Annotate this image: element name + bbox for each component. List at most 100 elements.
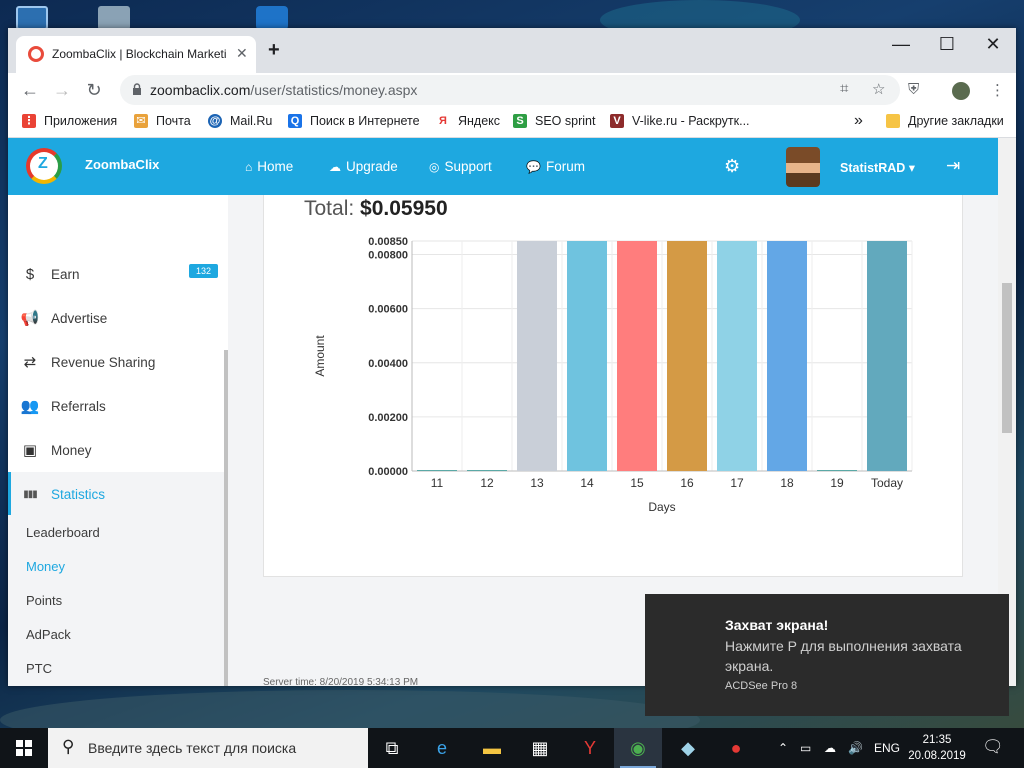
store-icon[interactable]: ▦	[516, 728, 564, 768]
nav-forum[interactable]: 💬 Forum	[526, 159, 585, 174]
bookmark-vlike[interactable]: V V-like.ru - Раскрутк...	[610, 114, 750, 128]
screen-capture-app-icon[interactable]: ●	[712, 728, 760, 768]
new-tab-button[interactable]: +	[268, 39, 280, 62]
nav-support[interactable]: ◎ Support	[429, 159, 492, 174]
browser-toolbar: ← → ↻ zoombaclix.com/user/statistics/mon…	[8, 73, 1016, 109]
minimize-button[interactable]: —	[878, 34, 924, 55]
acdsee-icon[interactable]: ◆	[664, 728, 712, 768]
settings-sliders-icon[interactable]: ⚙	[724, 156, 740, 177]
statistics-submenu: Leaderboard Money Points AdPack PTC	[8, 515, 228, 686]
network-icon[interactable]: ▭	[800, 741, 811, 755]
chat-icon: 💬	[526, 160, 541, 174]
nav-upgrade[interactable]: ☁ Upgrade	[329, 159, 398, 174]
maximize-button[interactable]: ☐	[924, 34, 970, 55]
onedrive-cloud-icon[interactable]: ☁	[824, 741, 836, 755]
x-tick-label: 17	[730, 476, 744, 490]
x-tick-label: 11	[431, 476, 444, 490]
bookmark-mailru[interactable]: @ Mail.Ru	[208, 114, 272, 128]
sidebar-item-label: Revenue Sharing	[51, 354, 156, 370]
x-tick-label: 19	[830, 476, 844, 490]
address-bar[interactable]: zoombaclix.com/user/statistics/money.asp…	[120, 75, 900, 105]
volume-icon[interactable]: 🔊	[848, 741, 863, 755]
screen-capture-notification[interactable]: Захват экрана! Нажмите P для выполнения …	[645, 594, 1009, 716]
sidebar-item-revenue-sharing[interactable]: ⇄ Revenue Sharing	[8, 340, 228, 384]
users-icon: 👥	[20, 398, 40, 415]
bookmarks-overflow-icon[interactable]: »	[854, 112, 863, 130]
clock[interactable]: 21:35 20.08.2019	[906, 732, 968, 764]
banknote-icon: ▣	[22, 442, 38, 459]
x-tick-label: 16	[680, 476, 694, 490]
submenu-ptc[interactable]: PTC	[26, 661, 52, 676]
bookmark-other[interactable]: Другие закладки	[886, 114, 1004, 128]
sidebar-scrollbar[interactable]	[224, 350, 228, 686]
brand-name[interactable]: ZoombaClix	[85, 157, 159, 172]
file-explorer-icon[interactable]: ▬	[468, 728, 516, 768]
yandex-browser-icon[interactable]: Y	[566, 728, 614, 768]
chart-bar	[667, 241, 707, 471]
bookmark-seosprint[interactable]: S SEO sprint	[513, 114, 595, 128]
tray-overflow-icon[interactable]: ⌃	[778, 741, 788, 755]
bookmark-label: Почта	[156, 114, 191, 128]
profile-avatar-icon[interactable]	[952, 82, 970, 100]
bookmark-apps[interactable]: ⋮ Приложения	[22, 114, 117, 128]
taskbar-search[interactable]: ⚲ Введите здесь текст для поиска	[48, 728, 368, 768]
edge-browser-icon[interactable]: e	[418, 728, 466, 768]
bookmarks-bar: ⋮ Приложения ✉ Почта @ Mail.Ru Q Поиск в Инт…	[8, 109, 1016, 138]
language-indicator[interactable]: ENG	[874, 741, 900, 755]
total-label: Total:	[304, 197, 355, 220]
extension-shield-icon[interactable]: ⛨	[908, 81, 919, 98]
chart-bar	[517, 241, 557, 471]
user-menu[interactable]: StatistRAD ▾	[840, 160, 915, 175]
translate-icon[interactable]: ⌗	[840, 80, 848, 97]
bar-chart-icon: ▮▮▮	[23, 488, 38, 500]
bookmark-label: Приложения	[44, 114, 118, 128]
lock-icon	[133, 83, 141, 95]
sidebar-item-referrals[interactable]: 👥 Referrals	[8, 384, 228, 428]
close-window-button[interactable]: ✕	[970, 34, 1016, 55]
x-axis-title: Days	[648, 500, 675, 514]
dollar-icon: $	[25, 265, 35, 283]
bookmark-search[interactable]: Q Поиск в Интернете	[288, 114, 420, 128]
bookmark-star-icon[interactable]: ☆	[872, 80, 885, 98]
desktop-recycle-bin-icon[interactable]	[98, 6, 130, 30]
bookmark-yandex[interactable]: Я Яндекс	[436, 114, 500, 128]
forward-arrow-icon[interactable]: →	[50, 80, 74, 101]
page-scrollbar-thumb[interactable]	[1002, 283, 1012, 433]
zoombaclix-logo-icon[interactable]: Z	[26, 148, 62, 184]
y-tick-label: 0.00000	[368, 466, 408, 478]
sidebar-item-money[interactable]: ▣ Money	[8, 428, 228, 472]
tab-close-icon[interactable]: ✕	[236, 45, 248, 62]
mail-icon: ✉	[134, 114, 148, 128]
bookmark-mail[interactable]: ✉ Почта	[134, 114, 191, 128]
tab-strip: ZoombaClix | Blockchain Marketi ✕ + — ☐ …	[8, 28, 1016, 73]
submenu-money[interactable]: Money	[26, 559, 65, 574]
tab-zoombaclix[interactable]: ZoombaClix | Blockchain Marketi ✕	[16, 36, 256, 73]
menu-dots-icon[interactable]: ⋮	[990, 81, 1005, 99]
sidebar-item-statistics[interactable]: ▮▮▮ Statistics	[8, 472, 228, 516]
tab-title: ZoombaClix | Blockchain Marketi	[52, 47, 227, 61]
avatar[interactable]	[786, 147, 820, 187]
notification-body: Нажмите P для выполнения захвата экрана.	[725, 638, 962, 674]
desktop-computer-icon[interactable]	[16, 6, 48, 30]
submenu-adpack[interactable]: AdPack	[26, 627, 71, 642]
submenu-points[interactable]: Points	[26, 593, 62, 608]
start-button[interactable]	[0, 728, 48, 768]
chrome-icon[interactable]: ◉	[614, 728, 662, 768]
back-arrow-icon[interactable]: ←	[18, 80, 42, 101]
desktop-edge-icon[interactable]	[256, 6, 288, 30]
nav-home[interactable]: ⌂ Home	[245, 159, 293, 174]
y-tick-label: 0.00850	[368, 236, 408, 248]
logout-icon[interactable]: ⇥	[946, 156, 960, 176]
y-tick-label: 0.00600	[368, 304, 408, 316]
sidebar-item-earn[interactable]: $ Earn 132	[8, 252, 228, 296]
sidebar-item-advertise[interactable]: 📢 Advertise	[8, 296, 228, 340]
reload-icon[interactable]: ↻	[82, 80, 106, 101]
total-earnings: Total: $0.05950	[304, 197, 448, 221]
notification-app: ACDSee Pro 8	[725, 680, 798, 692]
submenu-leaderboard[interactable]: Leaderboard	[26, 525, 100, 540]
lifebuoy-icon: ◎	[429, 160, 440, 174]
task-view-icon[interactable]: ⧉	[368, 728, 416, 768]
bookmark-label: Mail.Ru	[230, 114, 273, 128]
earn-count-badge: 132	[188, 264, 218, 278]
action-center-icon[interactable]: 🗨	[982, 737, 1004, 757]
